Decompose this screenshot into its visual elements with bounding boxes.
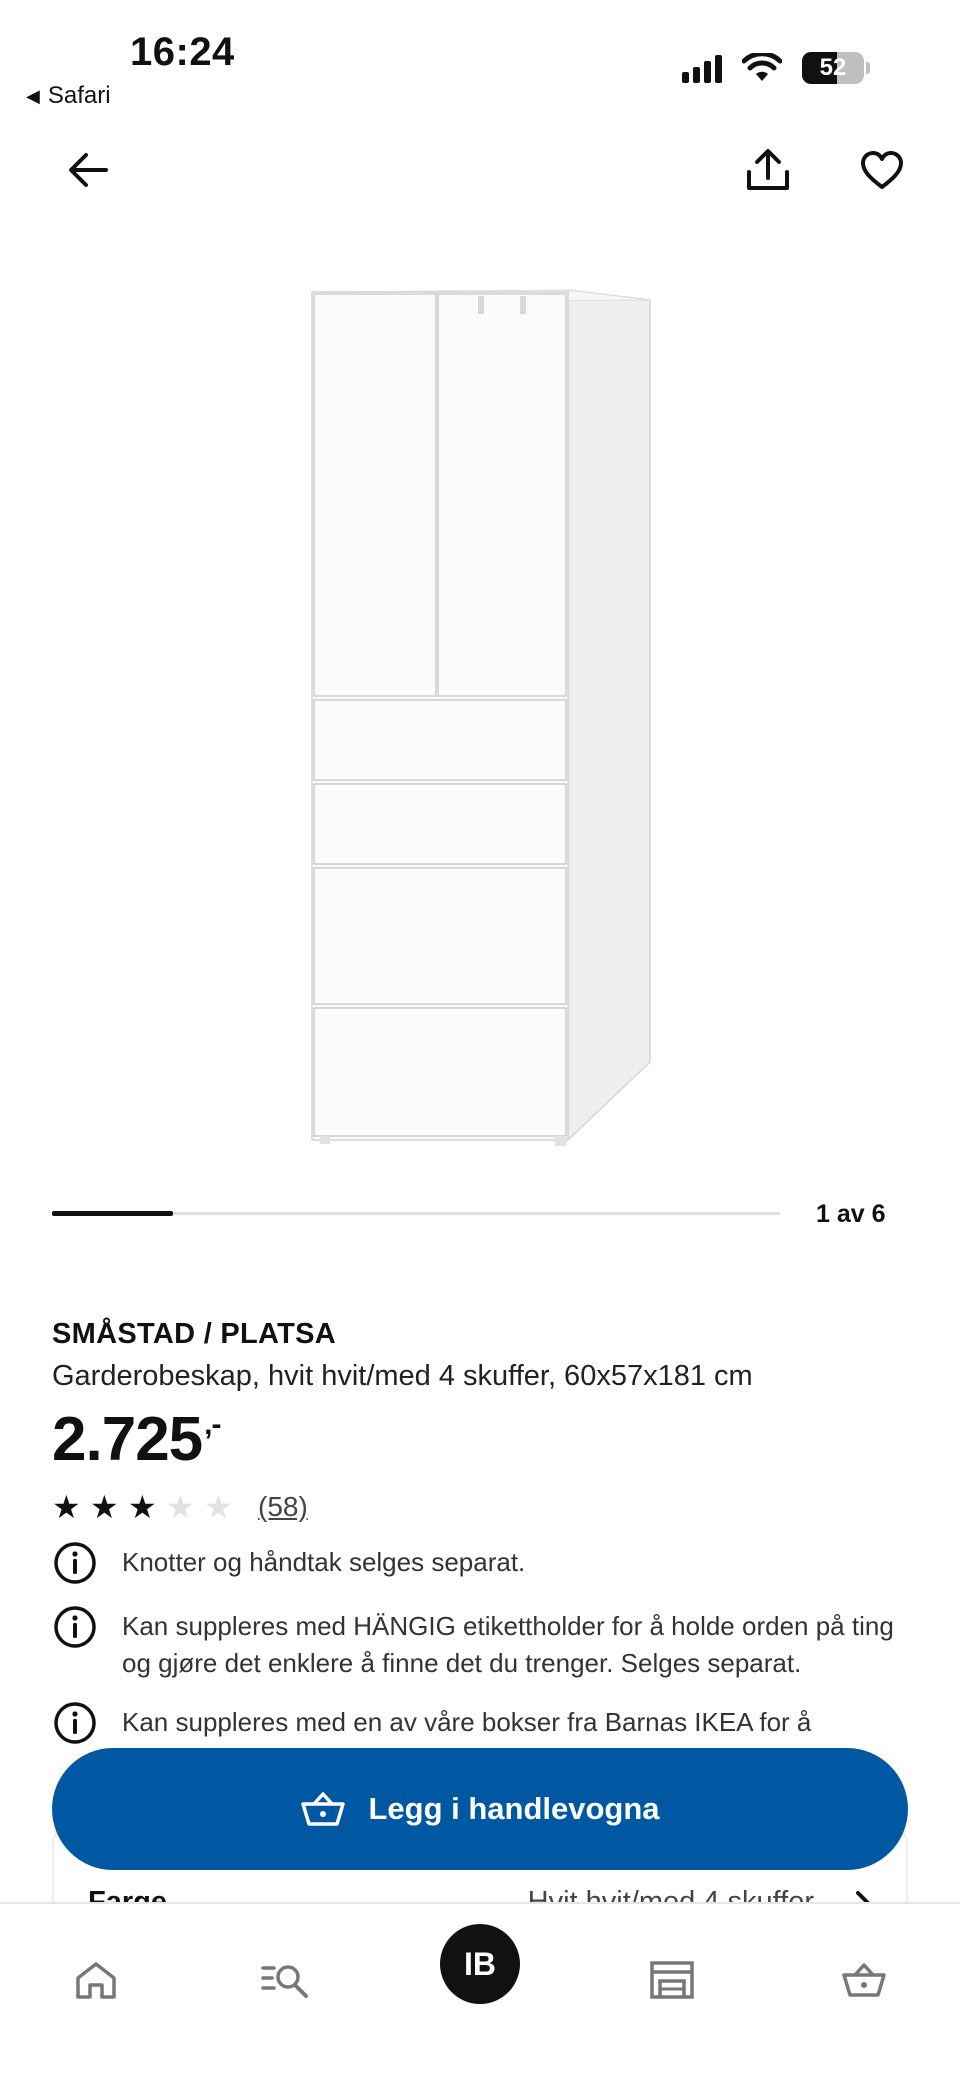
- review-count-link[interactable]: (58): [258, 1491, 308, 1523]
- search-list-icon: [261, 1965, 308, 1998]
- carousel-track: [52, 1211, 780, 1216]
- top-nav: [0, 130, 960, 210]
- info-icon: [54, 1702, 96, 1744]
- image-counter: 1 av 6: [816, 1200, 886, 1228]
- info-icon: [54, 1606, 96, 1648]
- home-icon: [76, 1962, 116, 1999]
- info-icon: [54, 1542, 96, 1584]
- add-to-cart-label: Legg i handlevogna: [368, 1791, 660, 1826]
- star-filled-icon: ★: [52, 1489, 81, 1525]
- note-text: Kan suppleres med HÄNGIG etikettholder f…: [122, 1611, 894, 1678]
- back-button[interactable]: [56, 138, 120, 202]
- product-note: Kan suppleres med HÄNGIG etikettholder f…: [52, 1606, 922, 1682]
- tab-search[interactable]: [256, 1950, 316, 2010]
- price-suffix: ,-: [204, 1408, 221, 1441]
- rating-stars: ★ ★ ★ ★ ★: [52, 1490, 242, 1524]
- store-icon: [650, 1961, 694, 1999]
- image-carousel-indicator: 1 av 6: [52, 1200, 912, 1230]
- tab-cart[interactable]: [834, 1950, 894, 2010]
- share-button[interactable]: [736, 138, 800, 202]
- wifi-icon: [742, 53, 782, 81]
- star-empty-icon: ★: [166, 1489, 195, 1525]
- heart-icon: [861, 151, 903, 189]
- favorite-button[interactable]: [850, 138, 914, 202]
- share-icon: [747, 149, 789, 190]
- product-price: 2.725,-: [52, 1404, 222, 1475]
- basket-icon: [842, 1963, 886, 1997]
- add-to-cart-button[interactable]: Legg i handlevogna: [52, 1748, 908, 1870]
- product-image[interactable]: [300, 282, 660, 1152]
- star-filled-icon: ★: [128, 1489, 157, 1525]
- profile-initials: IB: [464, 1945, 496, 1982]
- note-text: Kan suppleres med en av våre bokser fra …: [122, 1707, 812, 1737]
- battery-icon: 52: [802, 52, 864, 84]
- product-note: Knotter og håndtak selges separat.: [52, 1542, 922, 1586]
- tab-home[interactable]: [66, 1950, 126, 2010]
- status-time: 16:24: [130, 30, 235, 74]
- back-to-app-link[interactable]: ◀ Safari: [26, 82, 111, 110]
- price-value: 2.725: [52, 1405, 203, 1474]
- back-triangle-icon: ◀: [26, 85, 40, 106]
- product-note: Kan suppleres med en av våre bokser fra …: [52, 1702, 922, 1746]
- product-description: Garderobeskap, hvit hvit/med 4 skuffer, …: [52, 1360, 753, 1392]
- bottom-tab-bar: IB: [0, 1902, 960, 2086]
- cellular-signal-icon: [682, 53, 722, 83]
- tab-profile-avatar[interactable]: IB: [440, 1924, 520, 2004]
- arrow-left-icon: [69, 153, 108, 187]
- battery-level: 52: [819, 54, 847, 81]
- carousel-progress: [52, 1211, 174, 1216]
- product-name: SMÅSTAD / PLATSA: [52, 1318, 337, 1350]
- back-app-label: Safari: [47, 82, 111, 109]
- star-filled-icon: ★: [90, 1489, 119, 1525]
- product-notes: Knotter og håndtak selges separat. Kan s…: [52, 1542, 922, 1768]
- note-text: Knotter og håndtak selges separat.: [122, 1547, 526, 1577]
- star-empty-icon: ★: [204, 1489, 233, 1525]
- tab-store[interactable]: [642, 1950, 702, 2010]
- status-bar: 16:24 ◀ Safari 52: [0, 0, 960, 120]
- product-rating[interactable]: ★ ★ ★ ★ ★ (58): [52, 1490, 308, 1524]
- basket-icon: [301, 1792, 346, 1826]
- status-icons: 52: [682, 52, 870, 84]
